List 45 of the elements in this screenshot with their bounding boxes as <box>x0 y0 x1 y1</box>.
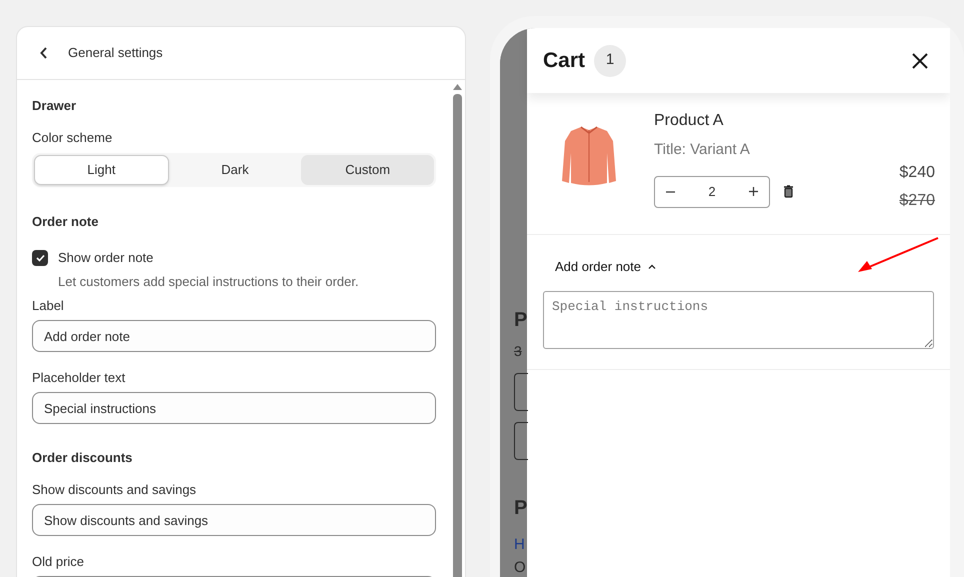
price-fragment: 3 <box>514 343 522 359</box>
chevron-left-icon <box>40 47 48 59</box>
color-scheme-tab[interactable]: Dark <box>168 155 302 185</box>
page-heading-fragment: P <box>514 309 528 331</box>
scroll-up-icon <box>452 84 462 90</box>
trash-icon <box>783 185 794 198</box>
product-variant: Title: Variant A <box>654 140 751 160</box>
page-heading-fragment: P <box>514 497 528 519</box>
increase-button[interactable] <box>746 187 761 196</box>
chevron-icon <box>648 264 656 270</box>
checkmark-icon <box>36 254 44 262</box>
link-fragment: H <box>514 536 525 553</box>
delete-button[interactable] <box>783 185 794 198</box>
scrollbar-thumb[interactable] <box>452 94 462 577</box>
panel-title: General settings <box>68 44 163 62</box>
color-scheme-tab[interactable]: Custom <box>301 155 434 185</box>
color-scheme-tab[interactable]: Light <box>34 155 169 185</box>
old-price: $270 <box>899 191 935 211</box>
section-heading: Drawer <box>32 98 78 114</box>
text-fragment: O <box>514 559 526 576</box>
cart-title: Cart <box>543 48 586 74</box>
field-label: Show discounts and savings <box>32 482 198 498</box>
cart-count: 1 <box>594 44 626 76</box>
close-button[interactable] <box>910 50 930 70</box>
help-text: Let customers add special instructions to their order. <box>58 274 360 290</box>
text-field[interactable]: Show discounts and savings <box>32 504 436 536</box>
close-icon <box>912 52 928 68</box>
section-heading: Order discounts <box>32 450 134 466</box>
field-label: Old price <box>32 554 86 570</box>
checkbox-label: Show order note <box>58 250 154 266</box>
field-label: Placeholder text <box>32 370 126 386</box>
section-heading: Order note <box>32 214 100 230</box>
text-field[interactable]: Special instructions <box>32 392 436 424</box>
field-label: Color scheme <box>32 130 114 146</box>
product-name: Product A <box>654 111 724 131</box>
order-note-field[interactable]: Special instructions <box>543 290 934 348</box>
order-note-toggle[interactable]: Add order note <box>555 257 656 276</box>
shirt-image <box>561 125 617 187</box>
field-label: Label <box>32 298 65 314</box>
text-field[interactable]: Add order note <box>32 320 436 352</box>
product-price: $240 <box>899 163 935 183</box>
plus-icon <box>749 187 758 196</box>
minus-icon <box>666 190 674 192</box>
checkbox[interactable] <box>32 250 48 266</box>
quantity-value: 2 <box>708 182 716 201</box>
